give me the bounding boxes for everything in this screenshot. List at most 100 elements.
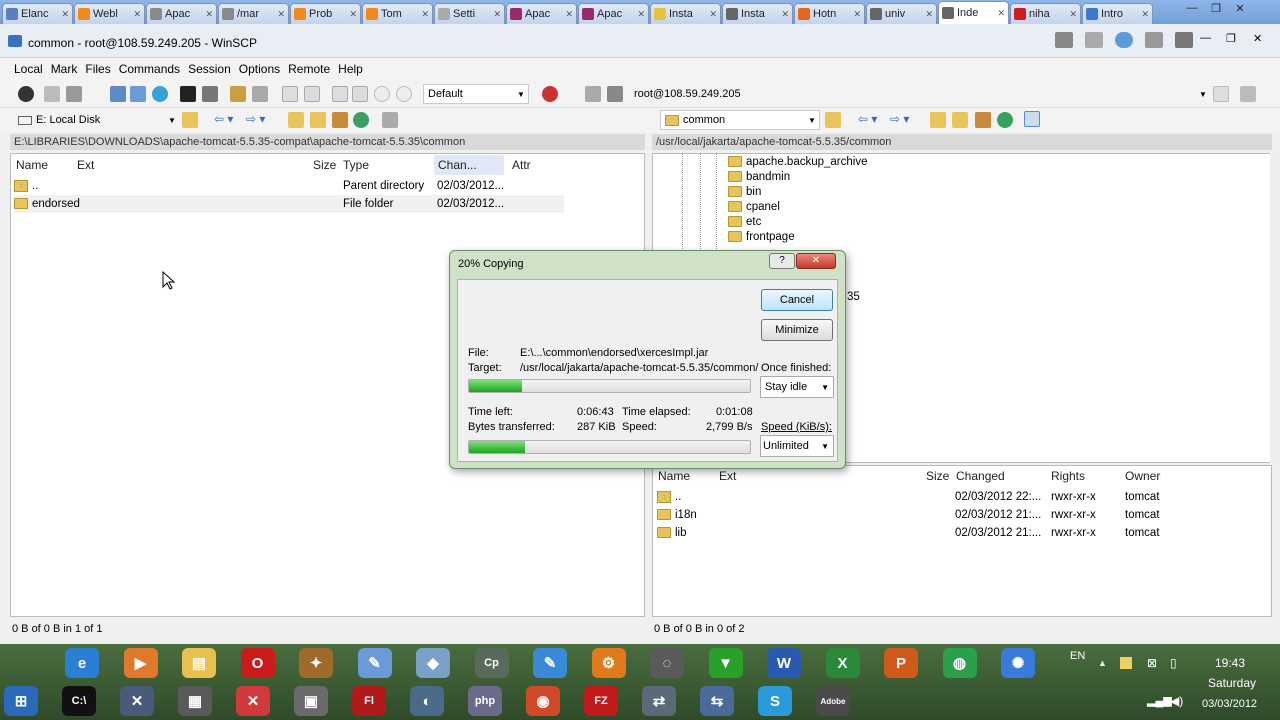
- tree-item[interactable]: frontpage: [728, 228, 795, 246]
- taskbar-chrome-icon[interactable]: ◉: [526, 686, 560, 716]
- taskbar-powerpoint-icon[interactable]: P: [884, 648, 918, 678]
- taskbar-app16-icon[interactable]: ◍: [942, 648, 977, 678]
- tray-network-error-icon[interactable]: ⊠: [1147, 656, 1157, 670]
- tab-close-icon[interactable]: ✕: [1069, 9, 1077, 20]
- tray-signal-icon[interactable]: ▂▄▆: [1147, 694, 1172, 707]
- tab-close-icon[interactable]: ✕: [853, 9, 861, 20]
- open-folder-icon[interactable]: [825, 112, 841, 128]
- col-ext[interactable]: Ext: [77, 155, 94, 175]
- tab-close-icon[interactable]: ✕: [781, 9, 789, 20]
- close-window-icon[interactable]: ✕: [1228, 0, 1252, 16]
- refresh-local-icon[interactable]: [353, 112, 369, 128]
- taskbar-app5-icon[interactable]: ✕: [236, 686, 270, 716]
- open-folder-icon[interactable]: [182, 112, 198, 128]
- transfer-icon[interactable]: [130, 86, 146, 102]
- remote-row-i18n[interactable]: i18n 02/03/2012 21:... rwxr-xr-x tomcat: [657, 506, 1177, 524]
- tray-power-icon[interactable]: ▯: [1170, 656, 1177, 670]
- winscp-minimize-icon[interactable]: —: [1200, 32, 1211, 44]
- browser-tab[interactable]: Apac ✕: [578, 3, 649, 24]
- title-tool-icon[interactable]: [1055, 32, 1073, 48]
- tree-scrollbar[interactable]: [1270, 153, 1280, 463]
- menu-remote[interactable]: Remote: [288, 62, 330, 76]
- taskbar-app3-icon[interactable]: ✕: [120, 686, 154, 716]
- minimize-window-icon[interactable]: —: [1180, 0, 1204, 16]
- taskbar-explorer-icon[interactable]: ▤: [182, 648, 216, 678]
- browser-tab[interactable]: univ ✕: [866, 3, 937, 24]
- layout-icon[interactable]: [1240, 86, 1256, 102]
- taskbar-winscp-icon[interactable]: ⇄: [642, 686, 676, 716]
- taskbar-network-icon[interactable]: ⇆: [700, 686, 734, 716]
- menu-session[interactable]: Session: [188, 62, 231, 76]
- tab-close-icon[interactable]: ✕: [61, 9, 69, 20]
- tab-close-icon[interactable]: ✕: [637, 9, 645, 20]
- browser-tab[interactable]: Hotn ✕: [794, 3, 865, 24]
- tab-close-icon[interactable]: ✕: [493, 9, 501, 20]
- clear-icon[interactable]: [374, 86, 390, 102]
- disconnect-icon[interactable]: [607, 86, 623, 102]
- tab-close-icon[interactable]: ✕: [349, 9, 357, 20]
- menu-options[interactable]: Options: [239, 62, 280, 76]
- parent-dir-icon[interactable]: [930, 112, 946, 128]
- local-drive-select[interactable]: E: Local Disk ▼: [14, 110, 179, 130]
- tray-volume-icon[interactable]: ◀): [1170, 694, 1183, 708]
- title-tool-icon[interactable]: [1085, 32, 1103, 48]
- refresh-icon[interactable]: [152, 86, 168, 102]
- synchronize-icon[interactable]: [66, 86, 82, 102]
- taskbar-app4-icon[interactable]: ▦: [178, 686, 212, 716]
- taskbar-skype-icon[interactable]: S: [758, 686, 792, 716]
- col-changed[interactable]: Changed: [956, 466, 1005, 486]
- taskbar-media-icon[interactable]: ▶: [123, 648, 158, 678]
- taskbar-paint-icon[interactable]: ✎: [357, 648, 392, 678]
- tab-close-icon[interactable]: ✕: [709, 9, 717, 20]
- menu-local[interactable]: Local: [14, 62, 43, 76]
- tray-flag-icon[interactable]: [1120, 657, 1132, 669]
- taskbar-app11-icon[interactable]: ◌: [650, 648, 684, 678]
- tab-close-icon[interactable]: ✕: [565, 9, 573, 20]
- tab-close-icon[interactable]: ✕: [997, 8, 1005, 19]
- browser-tab[interactable]: /mar ✕: [218, 3, 289, 24]
- tab-close-icon[interactable]: ✕: [205, 9, 213, 20]
- clock-day[interactable]: Saturday: [1208, 676, 1256, 690]
- col-rights[interactable]: Rights: [1051, 466, 1085, 486]
- taskbar-filezilla-icon[interactable]: FZ: [584, 686, 618, 716]
- taskbar-download-icon[interactable]: ▼: [708, 648, 743, 678]
- preferences-icon[interactable]: [18, 86, 34, 102]
- browser-tab[interactable]: Inde ✕: [938, 1, 1009, 24]
- home-icon[interactable]: [332, 112, 348, 128]
- menu-help[interactable]: Help: [338, 62, 363, 76]
- col-size[interactable]: Size: [313, 155, 336, 175]
- taskbar-adobe-icon[interactable]: Adobe: [816, 686, 850, 716]
- forward-arrow-icon[interactable]: ⇨ ▾: [890, 112, 909, 126]
- once-finished-select[interactable]: Stay idle ▼: [760, 376, 834, 398]
- title-tool-icon[interactable]: [1175, 32, 1193, 48]
- cancel-button[interactable]: Cancel: [761, 289, 833, 311]
- tree-view-icon[interactable]: [1024, 111, 1040, 127]
- remote-dir-select[interactable]: common ▼: [660, 110, 820, 130]
- unselect-icon[interactable]: [304, 86, 320, 102]
- local-row-endorsed[interactable]: endorsed File folder 02/03/2012...: [14, 195, 564, 213]
- queue-icon[interactable]: [110, 86, 126, 102]
- help-icon[interactable]: ?: [769, 253, 795, 269]
- taskbar-box-icon[interactable]: ◆: [416, 648, 450, 678]
- remote-row-parent[interactable]: ↑.. 02/03/2012 22:... rwxr-xr-x tomcat: [657, 488, 1177, 506]
- col-changed[interactable]: Chan...: [434, 155, 504, 175]
- browser-tab[interactable]: Apac ✕: [146, 3, 217, 24]
- speed-limit-select[interactable]: Unlimited ▼: [760, 435, 834, 457]
- new-session-icon[interactable]: [585, 86, 601, 102]
- tree-view-icon[interactable]: [382, 112, 398, 128]
- terminal-icon[interactable]: [180, 86, 196, 102]
- transfer-preset-icon[interactable]: [542, 86, 558, 102]
- compare-icon[interactable]: [44, 86, 60, 102]
- menu-mark[interactable]: Mark: [51, 62, 78, 76]
- root-dir-icon[interactable]: [952, 112, 968, 128]
- browser-tab[interactable]: Insta ✕: [650, 3, 721, 24]
- new-folder-icon[interactable]: [230, 86, 246, 102]
- back-arrow-icon[interactable]: ⇦ ▾: [214, 112, 233, 126]
- taskbar-app5-icon[interactable]: ✦: [299, 648, 333, 678]
- col-ext[interactable]: Ext: [719, 466, 736, 486]
- tab-close-icon[interactable]: ✕: [421, 9, 429, 20]
- col-name[interactable]: Name: [658, 466, 690, 486]
- minimize-button[interactable]: Minimize: [761, 319, 833, 341]
- find-icon[interactable]: [252, 86, 268, 102]
- browser-tab[interactable]: Insta ✕: [722, 3, 793, 24]
